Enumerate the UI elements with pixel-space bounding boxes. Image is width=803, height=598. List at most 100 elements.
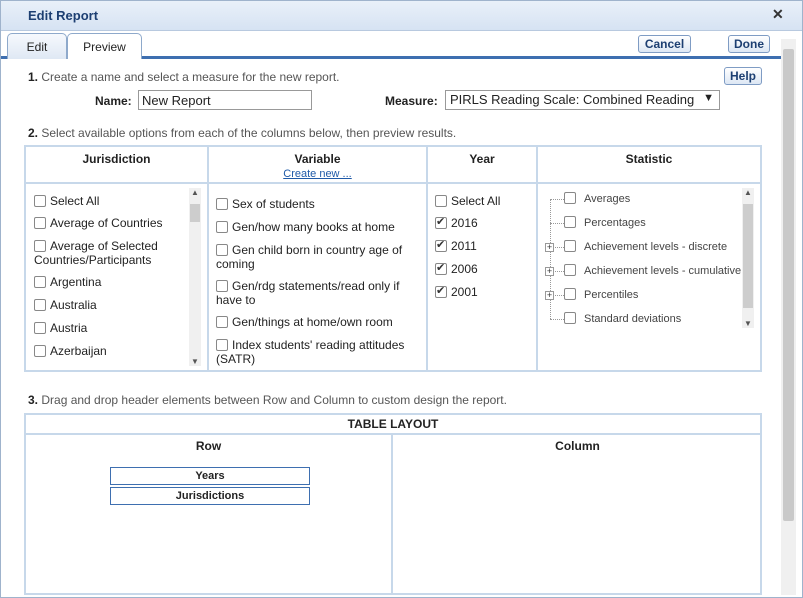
item-label: Average of Selected Countries/Participan…	[34, 239, 158, 267]
item-label: Percentages	[584, 217, 646, 229]
main-scrollbar[interactable]	[781, 39, 796, 595]
tree-item[interactable]: Percentages	[564, 216, 646, 229]
checkbox[interactable]	[34, 216, 46, 229]
scroll-up-icon[interactable]: ▲	[191, 188, 199, 197]
checkbox[interactable]	[216, 279, 228, 292]
step-3-text: Drag and drop header elements between Ro…	[41, 393, 507, 407]
list-item[interactable]: 2016	[435, 215, 478, 230]
list-item[interactable]: 2006	[435, 261, 478, 276]
jurisdiction-scroll-thumb[interactable]	[190, 204, 200, 222]
tree-item[interactable]: Averages	[564, 192, 631, 205]
expand-icon[interactable]: +	[545, 267, 554, 276]
item-label: Achievement levels - discrete	[584, 241, 728, 253]
table-layout: TABLE LAYOUT Row Years Jurisdictions Col…	[24, 413, 762, 595]
checkbox[interactable]	[216, 220, 228, 233]
help-button[interactable]: Help	[724, 67, 762, 85]
item-label: 2006	[451, 262, 478, 276]
item-label: Index students' reading attitudes (SATR)	[216, 338, 405, 366]
step-3-number: 3.	[28, 393, 39, 407]
checkbox[interactable]	[564, 240, 576, 253]
checkbox[interactable]	[564, 216, 576, 229]
statistic-scroll-thumb[interactable]	[743, 204, 753, 308]
title-bar: Edit Report ✕	[1, 1, 802, 31]
main-scrollbar-thumb[interactable]	[783, 49, 794, 521]
list-item[interactable]: Gen child born in country age of coming	[216, 243, 421, 271]
done-button[interactable]: Done	[728, 35, 770, 53]
tab-preview[interactable]: Preview	[67, 33, 142, 59]
list-item[interactable]: 2001	[435, 284, 478, 299]
checkbox-checked[interactable]	[435, 215, 447, 229]
checkbox[interactable]	[564, 312, 576, 325]
tab-edit[interactable]: Edit	[7, 33, 67, 59]
list-item[interactable]: Index students' reading attitudes (SATR)	[216, 338, 426, 366]
checkbox[interactable]	[564, 192, 576, 205]
checkbox[interactable]	[34, 344, 46, 357]
jurisdiction-list: Select All Average of Countries Average …	[26, 184, 207, 370]
chevron-down-icon: ▼	[703, 92, 714, 104]
checkbox-checked[interactable]	[435, 284, 447, 298]
options-table: Jurisdiction Select All Average of Count…	[24, 145, 762, 372]
checkbox[interactable]	[564, 264, 576, 277]
checkbox-checked[interactable]	[435, 261, 447, 275]
list-item[interactable]: Argentina	[34, 275, 101, 289]
item-label: Averages	[584, 193, 631, 205]
checkbox[interactable]	[216, 338, 228, 351]
tree-item[interactable]: Achievement levels - discrete	[564, 240, 728, 253]
checkbox[interactable]	[564, 288, 576, 301]
item-label: Average of Countries	[50, 216, 163, 230]
scroll-up-icon[interactable]: ▲	[744, 188, 752, 197]
checkbox[interactable]	[34, 194, 46, 207]
year-header: Year	[428, 147, 536, 184]
checkbox[interactable]	[435, 194, 447, 207]
list-item[interactable]: Australia	[34, 298, 97, 312]
tree-item[interactable]: Standard deviations	[564, 312, 681, 325]
list-item[interactable]: Austria	[34, 321, 87, 335]
edit-report-dialog: Edit Report ✕ Edit Preview Cancel Done H…	[0, 0, 803, 598]
checkbox[interactable]	[216, 315, 228, 328]
checkbox[interactable]	[216, 197, 228, 210]
dialog-title: Edit Report	[28, 8, 99, 23]
close-icon[interactable]: ✕	[772, 6, 784, 23]
checkbox[interactable]	[34, 298, 46, 311]
list-item[interactable]: Gen/things at home/own room	[216, 315, 393, 329]
expand-icon[interactable]: +	[545, 291, 554, 300]
list-item[interactable]: Sex of students	[216, 197, 315, 211]
checkbox[interactable]	[34, 321, 46, 334]
cancel-button[interactable]: Cancel	[638, 35, 691, 53]
checkbox[interactable]	[34, 239, 46, 252]
tree-connector	[550, 319, 564, 320]
scroll-down-icon[interactable]: ▼	[191, 357, 199, 366]
step-2-instruction: 2. Select available options from each of…	[28, 126, 456, 140]
row-chip-years[interactable]: Years	[110, 467, 310, 485]
list-item[interactable]: Gen/rdg statements/read only if have to	[216, 279, 421, 307]
jurisdiction-scrollbar[interactable]: ▲ ▼	[189, 188, 201, 366]
step-1-instruction: 1. Create a name and select a measure fo…	[28, 70, 340, 84]
report-name-input[interactable]	[138, 90, 312, 110]
list-item[interactable]: Select All	[435, 194, 500, 208]
row-chip-jurisdictions[interactable]: Jurisdictions	[110, 487, 310, 505]
checkbox[interactable]	[216, 243, 228, 256]
expand-icon[interactable]: +	[545, 243, 554, 252]
list-item[interactable]: Gen/how many books at home	[216, 220, 395, 234]
list-item[interactable]: Azerbaijan	[34, 344, 107, 358]
measure-select[interactable]: PIRLS Reading Scale: Combined Reading ▼	[445, 90, 720, 110]
tree-connector	[550, 199, 551, 319]
measure-select-value: PIRLS Reading Scale: Combined Reading	[450, 92, 695, 107]
tree-item[interactable]: Percentiles	[564, 288, 638, 301]
create-new-link[interactable]: Create new ...	[209, 168, 426, 180]
checkbox[interactable]	[34, 275, 46, 288]
statistic-scrollbar[interactable]: ▲ ▼	[742, 188, 754, 328]
list-item[interactable]: Average of Countries	[34, 216, 163, 230]
list-item[interactable]: Select All	[34, 194, 99, 208]
variable-list: Sex of students Gen/how many books at ho…	[209, 184, 426, 370]
row-dropzone[interactable]: Row Years Jurisdictions	[26, 435, 393, 595]
variable-header-label: Variable	[294, 152, 341, 166]
list-item[interactable]: 2011	[435, 238, 477, 253]
step-3-instruction: 3. Drag and drop header elements between…	[28, 393, 507, 407]
item-label: 2011	[451, 239, 477, 253]
column-dropzone[interactable]: Column	[395, 435, 760, 595]
checkbox-checked[interactable]	[435, 238, 447, 252]
scroll-down-icon[interactable]: ▼	[744, 319, 752, 328]
list-item[interactable]: Average of Selected Countries/Participan…	[34, 239, 184, 267]
tree-item[interactable]: Achievement levels - cumulative	[564, 264, 741, 277]
